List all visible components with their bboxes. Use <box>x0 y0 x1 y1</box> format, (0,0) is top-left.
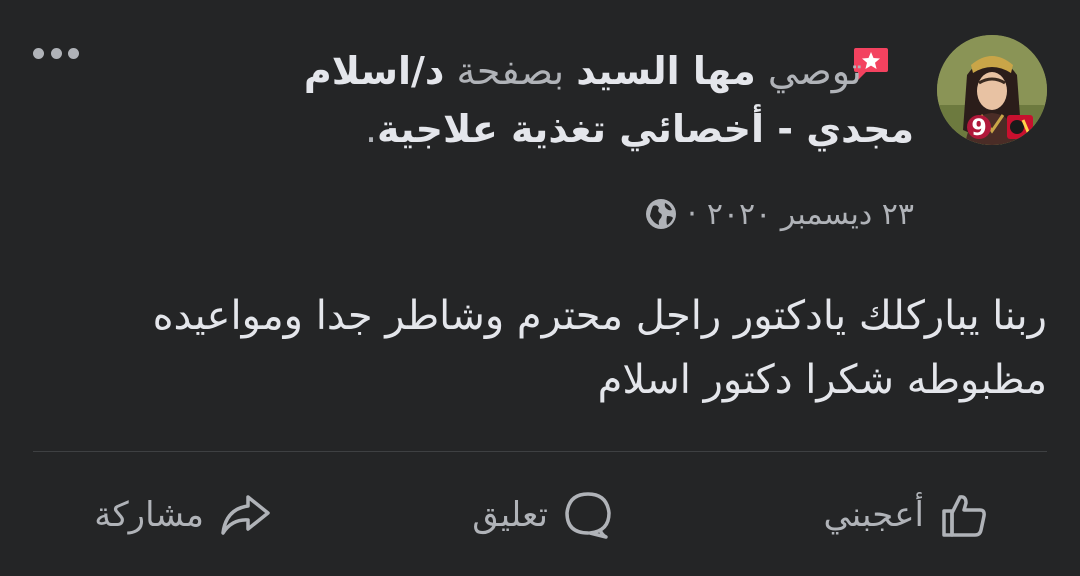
more-dot <box>50 47 62 59</box>
author-name[interactable]: مها السيد <box>576 49 756 93</box>
comment-label: تعليق <box>472 495 548 535</box>
globe-icon[interactable] <box>645 198 677 230</box>
post-meta: ٢٣ ديسمبر ٢٠٢٠ · <box>645 192 914 236</box>
more-dot <box>68 47 79 59</box>
avatar-image: 9 <box>937 35 1047 145</box>
actions-divider <box>33 451 1047 452</box>
more-options-icon[interactable] <box>33 40 79 66</box>
title-end: . <box>364 107 378 151</box>
like-label: أعجبني <box>823 495 924 535</box>
share-arrow-icon <box>221 495 270 535</box>
post-actions: أعجبني تعليق مشاركة <box>0 480 1080 550</box>
comment-bubble-icon <box>565 492 611 539</box>
author-avatar[interactable]: 9 <box>937 35 1047 145</box>
more-dot <box>33 47 44 59</box>
post-card: 9 توصي مها السيد بصفحة د/اسلام مجدي - أخ… <box>0 0 1080 576</box>
comment-button[interactable]: تعليق <box>472 480 614 550</box>
recommends-text: توصي <box>767 49 862 93</box>
post-date[interactable]: ٢٣ ديسمبر ٢٠٢٠ <box>707 197 914 232</box>
meta-separator: · <box>687 196 697 232</box>
post-title: توصي مها السيد بصفحة د/اسلام مجدي - أخصا… <box>214 42 914 158</box>
page-prefix-text: بصفحة <box>456 49 565 93</box>
like-button[interactable]: أعجبني <box>823 480 990 550</box>
thumbs-up-icon <box>942 495 986 537</box>
share-label: مشاركة <box>94 495 204 535</box>
post-body: ربنا يباركلك يادكتور راجل محترم وشاطر جد… <box>152 293 1047 403</box>
share-button[interactable]: مشاركة <box>94 480 272 550</box>
avatar-number-text: 9 <box>971 116 986 141</box>
